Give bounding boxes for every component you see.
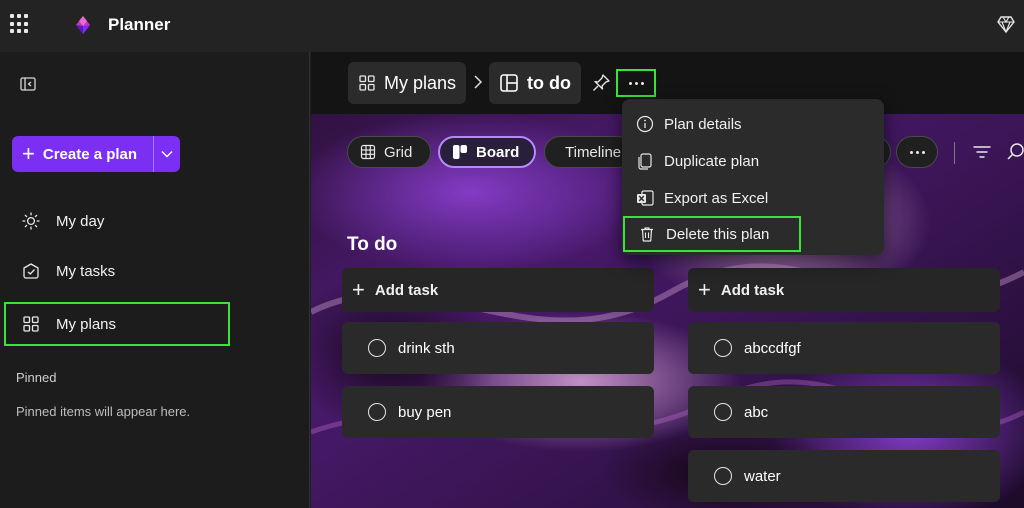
views-more-button[interactable]	[896, 136, 938, 168]
plan-options-menu: Plan details Duplicate plan Export as Ex…	[622, 99, 884, 255]
menu-item-duplicate-plan[interactable]: Duplicate plan	[622, 144, 884, 178]
menu-item-label: Export as Excel	[664, 189, 769, 207]
menu-item-export-excel[interactable]: Export as Excel	[622, 181, 884, 215]
task-title: drink sth	[398, 339, 455, 357]
add-task-button[interactable]: + Add task	[342, 268, 654, 312]
task-title: water	[744, 467, 781, 485]
sidebar-item-label: My tasks	[56, 262, 116, 280]
add-task-label: Add task	[720, 281, 785, 299]
collapse-sidebar-icon[interactable]	[18, 74, 38, 94]
plus-icon: +	[352, 277, 365, 302]
task-title: buy pen	[398, 403, 452, 421]
menu-item-plan-details[interactable]: Plan details	[622, 107, 884, 141]
sidebar-item-my-day[interactable]: My day	[12, 202, 226, 240]
create-plan-dropdown[interactable]	[154, 136, 180, 172]
view-board-label: Board	[476, 143, 520, 161]
toolbar-divider	[954, 142, 955, 164]
app-title: Planner	[108, 15, 171, 34]
sidebar-item-label: My day	[56, 212, 105, 230]
task-card[interactable]: abccdfgf	[688, 322, 1000, 374]
task-complete-checkbox[interactable]	[714, 339, 732, 357]
breadcrumb-label: My plans	[384, 72, 457, 93]
task-complete-checkbox[interactable]	[368, 339, 386, 357]
sidebar: + Create a plan My day My tasks My plans…	[0, 52, 310, 508]
task-title: abccdfgf	[744, 339, 801, 357]
sidebar-item-my-plans[interactable]: My plans	[4, 302, 230, 346]
top-bar: Planner	[0, 0, 1024, 52]
grid-plans-icon	[359, 75, 375, 91]
app-launcher-icon[interactable]	[10, 14, 30, 34]
search-icon[interactable]	[1007, 142, 1024, 162]
sun-icon	[22, 212, 40, 230]
breadcrumb-label: to do	[527, 72, 571, 93]
task-complete-checkbox[interactable]	[714, 467, 732, 485]
task-card[interactable]: abc	[688, 386, 1000, 438]
task-complete-checkbox[interactable]	[368, 403, 386, 421]
filter-icon[interactable]	[973, 144, 991, 160]
task-title: abc	[744, 403, 769, 421]
pin-icon[interactable]	[591, 73, 611, 93]
menu-item-label: Plan details	[664, 115, 742, 133]
plan-more-options-button[interactable]	[616, 69, 656, 97]
excel-icon	[637, 190, 654, 206]
task-complete-checkbox[interactable]	[714, 403, 732, 421]
trash-icon	[641, 227, 653, 242]
chevron-down-icon	[161, 151, 173, 158]
board-view-icon	[453, 145, 467, 159]
create-plan-label: Create a plan	[42, 145, 138, 163]
menu-item-label: Duplicate plan	[664, 152, 760, 170]
premium-diamond-icon[interactable]	[996, 14, 1016, 34]
add-task-label: Add task	[374, 281, 439, 299]
chevron-right-icon	[474, 75, 483, 89]
pinned-heading: Pinned	[16, 370, 57, 385]
menu-item-delete-plan[interactable]: Delete this plan	[623, 216, 801, 252]
sidebar-item-label: My plans	[56, 315, 117, 333]
menu-item-label: Delete this plan	[666, 225, 770, 243]
board-icon	[500, 74, 518, 92]
create-plan-main[interactable]: + Create a plan	[12, 136, 154, 172]
task-card[interactable]: drink sth	[342, 322, 654, 374]
planner-logo	[76, 16, 90, 34]
task-card[interactable]: buy pen	[342, 386, 654, 438]
pinned-empty-message: Pinned items will appear here.	[16, 404, 191, 419]
view-timeline-label: Timeline	[565, 143, 622, 161]
view-timeline-button[interactable]: Timeline	[544, 136, 634, 168]
copy-icon	[638, 153, 652, 170]
view-grid-label: Grid	[384, 143, 413, 161]
info-icon	[636, 115, 654, 133]
view-grid-button[interactable]: Grid	[347, 136, 431, 168]
task-card[interactable]: water	[688, 450, 1000, 502]
grid-plans-icon	[23, 316, 39, 332]
bucket-title: To do	[347, 234, 398, 255]
tasks-icon	[23, 263, 39, 279]
create-plan-button[interactable]: + Create a plan	[12, 136, 180, 172]
plus-icon: +	[698, 277, 711, 302]
view-board-button[interactable]: Board	[438, 136, 536, 168]
plus-icon: +	[22, 141, 35, 166]
add-task-button[interactable]: + Add task	[688, 268, 1000, 312]
sidebar-item-my-tasks[interactable]: My tasks	[12, 252, 226, 290]
grid-icon	[360, 144, 376, 160]
breadcrumb-my-plans[interactable]: My plans	[348, 62, 467, 104]
breadcrumb-current-plan[interactable]: to do	[489, 62, 581, 104]
